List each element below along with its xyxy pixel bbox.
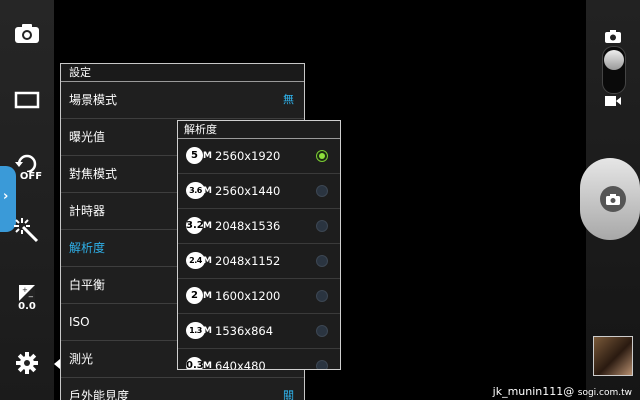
megapixel-suffix: M <box>203 221 212 231</box>
megapixel-suffix: M <box>203 256 212 266</box>
watermark: jk_munin111@ sogi.com.tw <box>493 385 632 398</box>
watermark-user: jk_munin111@ <box>492 385 575 398</box>
settings-button[interactable] <box>5 345 49 381</box>
radio-unselected[interactable] <box>316 290 328 302</box>
setting-label: 測光 <box>69 352 94 366</box>
setting-label: 白平衡 <box>69 278 106 292</box>
radio-unselected[interactable] <box>316 325 328 337</box>
setting-scene-mode[interactable]: 場景模式 無 <box>61 82 304 119</box>
timer-button[interactable]: OFF <box>5 148 49 184</box>
right-toolbar <box>580 0 640 400</box>
exposure-icon: + − <box>19 285 35 301</box>
megapixel-icon: 0.3 <box>186 357 204 369</box>
resolution-option[interactable]: 5M 2560x1920 <box>178 139 340 174</box>
resolution-option[interactable]: 2M 1600x1200 <box>178 279 340 314</box>
resolution-option[interactable]: 3.2 M 2048x1536 <box>178 209 340 244</box>
megapixel-suffix: M <box>203 326 212 336</box>
camera-switch-button[interactable] <box>5 16 49 52</box>
setting-value: 無 <box>283 93 294 106</box>
setting-value: 關 <box>283 389 294 400</box>
resolution-option[interactable]: 1.3 M 1536x864 <box>178 314 340 349</box>
mode-switch-knob[interactable] <box>604 50 624 70</box>
megapixel-suffix: M <box>203 186 212 196</box>
exposure-value-label: 0.0 <box>18 301 36 312</box>
radio-unselected[interactable] <box>316 255 328 267</box>
resolution-label: 640x480 <box>215 359 266 370</box>
resolution-popup-title: 解析度 <box>178 121 340 139</box>
resolution-label: 2560x1440 <box>215 184 281 198</box>
resolution-label: 2048x1152 <box>215 254 281 268</box>
radio-unselected[interactable] <box>316 220 328 232</box>
resolution-label: 2048x1536 <box>215 219 281 233</box>
setting-label: 解析度 <box>69 241 106 255</box>
shutter-inner <box>600 186 626 212</box>
megapixel-icon: 2 <box>186 287 203 304</box>
gallery-thumbnail[interactable] <box>593 336 633 376</box>
gear-icon <box>16 352 38 374</box>
megapixel-suffix: M <box>203 151 212 161</box>
camera-mode-icon <box>605 30 621 43</box>
setting-label: ISO <box>69 315 90 329</box>
settings-title: 設定 <box>61 64 304 82</box>
radio-selected[interactable] <box>316 150 328 162</box>
resolution-label: 1536x864 <box>215 324 274 338</box>
resolution-option[interactable]: 2.4 M 2048x1152 <box>178 244 340 279</box>
watermark-site: sogi.com.tw <box>577 388 632 398</box>
resolution-popup: 解析度 5M 2560x1920 3.6 M 2560x1440 3.2 M 204… <box>177 120 341 370</box>
exposure-button[interactable]: + − 0.0 <box>5 280 49 316</box>
mode-switch[interactable] <box>602 46 626 94</box>
aspect-ratio-button[interactable] <box>5 82 49 118</box>
svg-text:−: − <box>28 293 34 301</box>
radio-unselected[interactable] <box>316 360 328 369</box>
chevron-right-icon: › <box>3 189 9 204</box>
resolution-option[interactable]: 0.3 M 640x480 <box>178 349 340 370</box>
megapixel-icon: 3.2 <box>186 217 204 234</box>
megapixel-suffix: M <box>203 291 212 301</box>
resolution-label: 1600x1200 <box>215 289 281 303</box>
setting-label: 戶外能見度 <box>69 389 130 400</box>
shutter-button[interactable] <box>580 158 640 240</box>
aspect-ratio-icon <box>14 91 40 109</box>
effects-wand-icon <box>14 218 39 243</box>
video-mode-icon <box>605 96 621 106</box>
left-toolbar: › OFF + − 0.0 <box>0 0 54 400</box>
megapixel-icon: 5 <box>186 147 203 164</box>
resolution-option[interactable]: 3.6 M 2560x1440 <box>178 174 340 209</box>
radio-unselected[interactable] <box>316 185 328 197</box>
timer-off-icon <box>15 154 37 172</box>
setting-label: 對焦模式 <box>69 167 118 181</box>
setting-label: 場景模式 <box>69 93 118 107</box>
setting-outdoor-visibility[interactable]: 戶外能見度 關 <box>61 378 304 400</box>
timer-off-label: OFF <box>19 170 43 182</box>
setting-label: 計時器 <box>69 204 106 218</box>
setting-label: 曝光值 <box>69 130 106 144</box>
megapixel-suffix: M <box>203 361 212 370</box>
camera-icon <box>606 193 620 205</box>
resolution-label: 2560x1920 <box>215 149 281 163</box>
effects-button[interactable] <box>5 213 49 249</box>
camera-switch-icon <box>15 24 39 43</box>
